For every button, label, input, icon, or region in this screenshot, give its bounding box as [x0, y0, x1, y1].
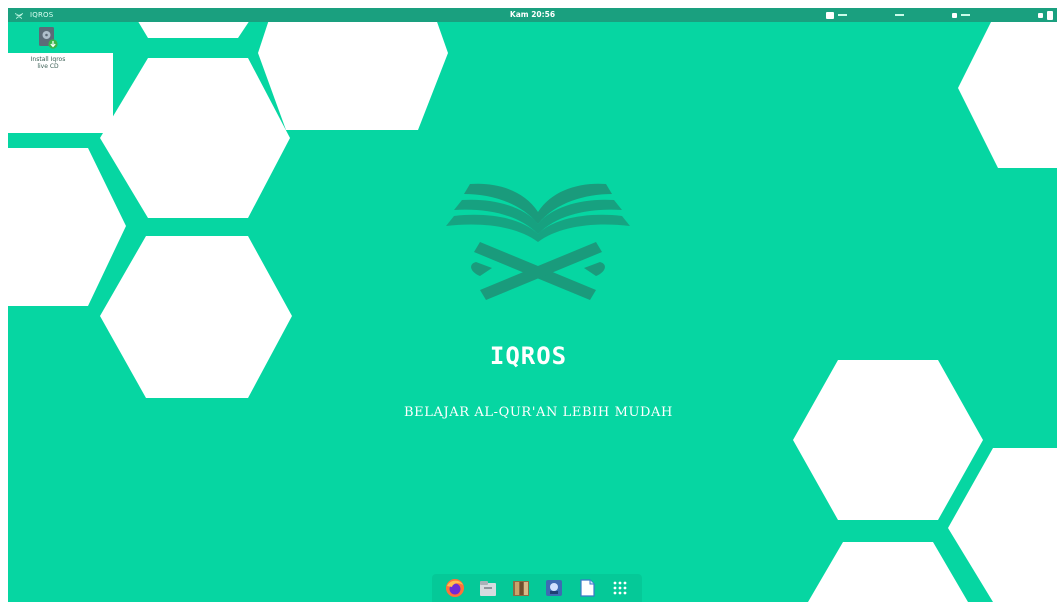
text-document-icon[interactable]	[576, 577, 598, 599]
desktop: IQROS Kam 20:56 Install Iqros live CD IQ…	[0, 0, 1057, 602]
hexagon-pattern	[8, 8, 1057, 602]
app-grid-icon[interactable]	[609, 577, 631, 599]
battery-icon[interactable]	[952, 12, 957, 18]
firefox-icon[interactable]	[444, 577, 466, 599]
keyboard-icon[interactable]	[826, 11, 834, 19]
wallpaper-subtitle: BELAJAR AL-QUR'AN LEBIH MUDAH	[404, 405, 673, 420]
settings-icon[interactable]	[1038, 12, 1043, 18]
dock	[432, 574, 642, 602]
shortcut-label: Install Iqros live CD	[30, 56, 66, 70]
files-icon[interactable]	[477, 577, 499, 599]
install-live-cd-shortcut[interactable]: Install Iqros live CD	[30, 26, 66, 70]
volume-icon[interactable]	[895, 14, 904, 16]
top-bar: IQROS Kam 20:56	[8, 8, 1057, 22]
quran-app-icon[interactable]	[510, 577, 532, 599]
system-tray[interactable]	[826, 9, 1053, 21]
network-icon[interactable]	[838, 14, 847, 16]
installer-icon[interactable]	[543, 577, 565, 599]
user-menu-icon[interactable]	[1047, 10, 1053, 20]
quran-logo	[446, 183, 630, 300]
wallpaper	[8, 8, 1057, 602]
installer-disk-icon	[39, 27, 58, 49]
wallpaper-title: IQROS	[489, 342, 568, 370]
power-icon[interactable]	[961, 14, 970, 16]
